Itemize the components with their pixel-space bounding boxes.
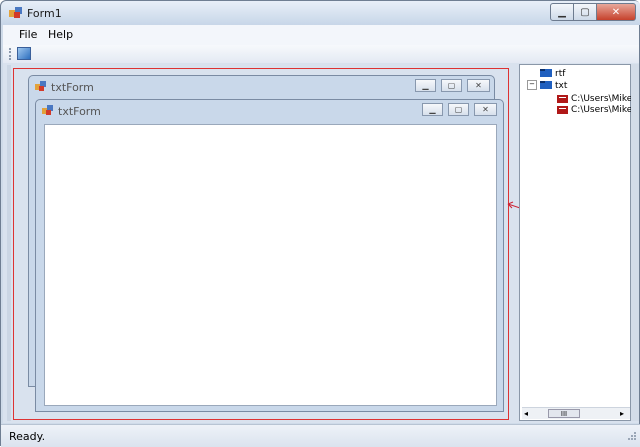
size-grip-icon[interactable]	[625, 431, 637, 443]
main-window: Form1 ▁ ▢ ✕ File Help txtForm ▁ ▢ ✕ txtF…	[0, 0, 640, 447]
txt-file-icon	[557, 95, 568, 103]
folder-icon	[540, 81, 552, 89]
tree-node-txt[interactable]: txt	[555, 81, 567, 91]
tree-node-file[interactable]: C:\Users\Mike\	[571, 94, 635, 104]
toolbar	[3, 45, 639, 63]
txt-file-icon	[557, 106, 568, 114]
menu-file[interactable]: File	[19, 28, 37, 41]
form-app-icon	[9, 7, 22, 18]
tree-node-rtf[interactable]: rtf	[555, 69, 565, 79]
title-bar[interactable]: Form1 ▁ ▢ ✕	[1, 1, 640, 25]
toolbar-grip[interactable]	[9, 48, 12, 60]
menu-bar: File Help	[3, 25, 639, 45]
folder-icon	[540, 69, 552, 77]
maximize-button[interactable]: ▢	[573, 3, 597, 21]
scroll-right-icon[interactable]: ▸	[620, 409, 624, 418]
status-text: Ready.	[9, 430, 46, 443]
scroll-left-icon[interactable]: ◂	[524, 409, 528, 418]
right-splitter	[631, 64, 639, 421]
horizontal-scrollbar[interactable]: ◂ III ▸	[522, 407, 630, 419]
panel-edge	[7, 65, 11, 421]
main-panel-outline	[13, 68, 509, 420]
status-bar: Ready.	[1, 424, 640, 447]
minimize-button[interactable]: ▁	[550, 3, 574, 21]
tree-expander[interactable]: −	[527, 80, 537, 90]
scroll-thumb[interactable]: III	[548, 409, 580, 418]
maximize-icon: ▢	[580, 6, 590, 18]
file-tree-view[interactable]: rtf − txt C:\Users\Mike\ C:\Users\Mike\	[519, 64, 635, 421]
minimize-icon: ▁	[558, 6, 566, 18]
tree-node-file[interactable]: C:\Users\Mike\	[571, 105, 635, 115]
menu-help[interactable]: Help	[48, 28, 73, 41]
close-button[interactable]: ✕	[596, 3, 636, 21]
window-title: Form1	[27, 7, 62, 20]
image-toolbar-button[interactable]	[17, 47, 31, 60]
close-icon: ✕	[611, 6, 621, 18]
